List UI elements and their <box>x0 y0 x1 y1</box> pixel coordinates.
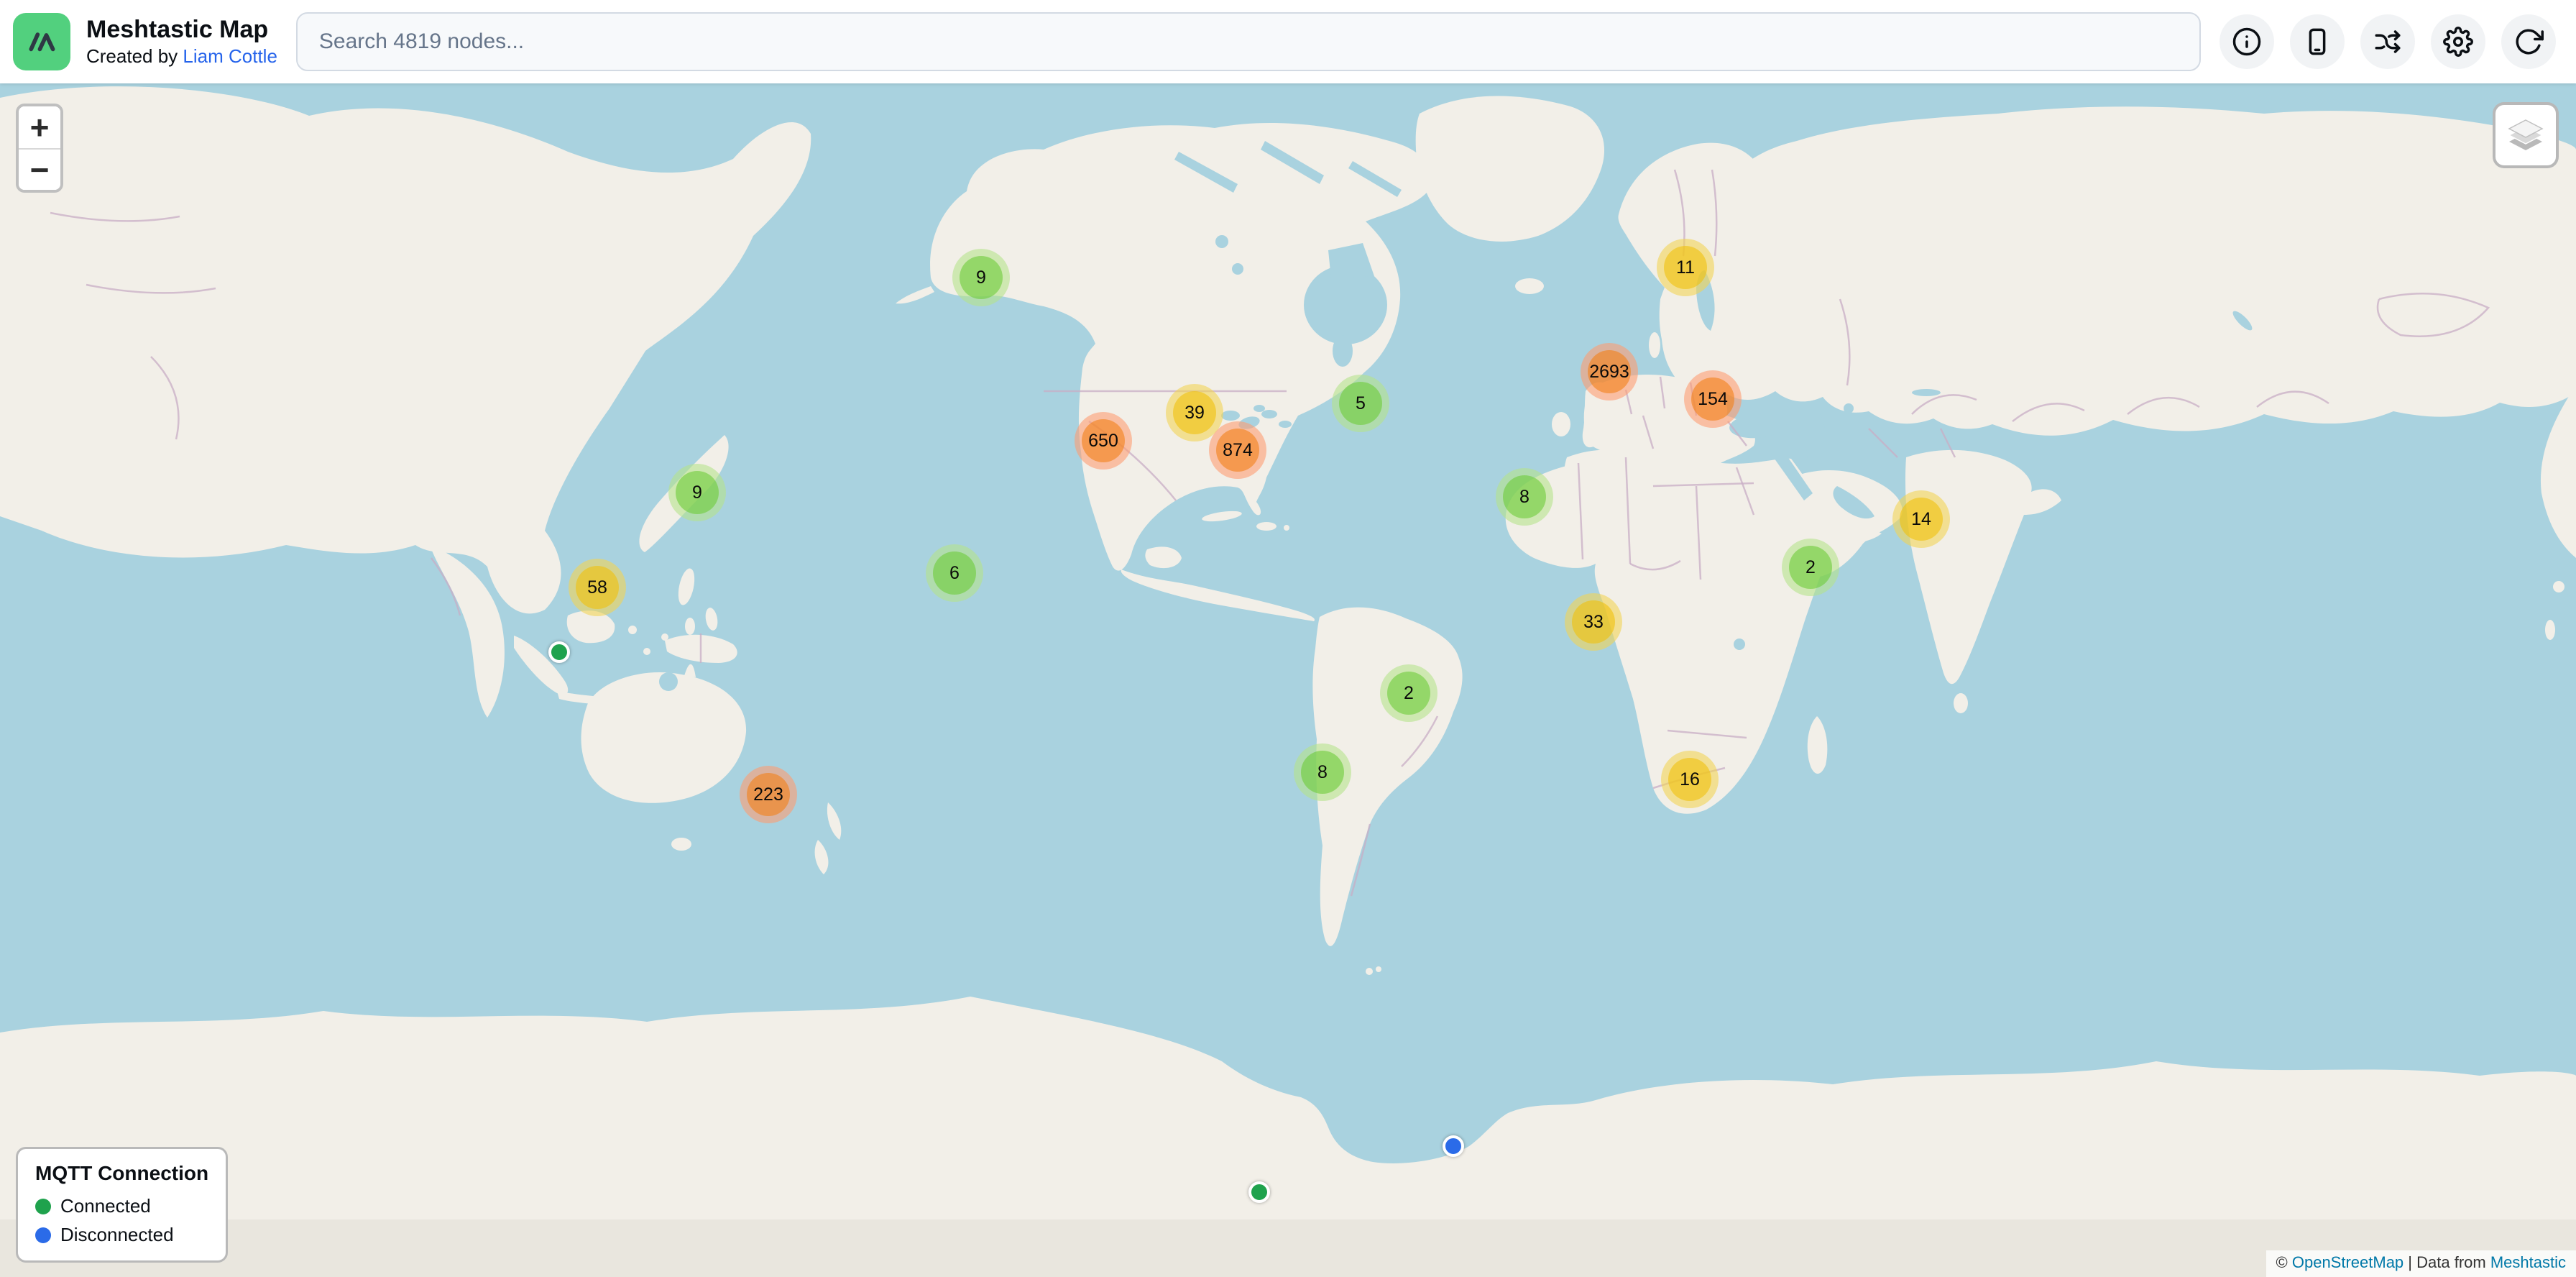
cluster-count: 11 <box>1664 246 1707 289</box>
attribution-text: | Data from <box>2408 1253 2485 1271</box>
refresh-button[interactable] <box>2501 14 2556 69</box>
osm-link[interactable]: OpenStreetMap <box>2292 1253 2404 1271</box>
node-cluster[interactable]: 9 <box>952 249 1010 306</box>
info-icon <box>2232 27 2262 57</box>
node-cluster[interactable]: 874 <box>1209 421 1266 479</box>
cluster-count: 2693 <box>1588 350 1631 393</box>
legend-title: MQTT Connection <box>35 1162 208 1185</box>
node-cluster[interactable]: 154 <box>1684 370 1742 428</box>
cluster-count: 8 <box>1503 475 1546 518</box>
cluster-count: 223 <box>747 773 790 816</box>
cluster-count: 9 <box>676 471 719 514</box>
author-link[interactable]: Liam Cottle <box>183 45 277 67</box>
smartphone-icon <box>2302 27 2332 57</box>
byline: Created by Liam Cottle <box>86 45 277 68</box>
brand-text: Meshtastic Map Created by Liam Cottle <box>86 15 277 68</box>
cluster-count: 8 <box>1301 751 1344 794</box>
node-cluster[interactable]: 58 <box>569 559 626 616</box>
info-button[interactable] <box>2220 14 2274 69</box>
node-cluster[interactable]: 33 <box>1565 593 1622 651</box>
zoom-in-button[interactable]: + <box>19 106 60 148</box>
node-cluster[interactable]: 8 <box>1496 468 1553 526</box>
node-cluster[interactable]: 9 <box>668 464 726 521</box>
node-cluster[interactable]: 2 <box>1782 539 1839 596</box>
meshtastic-logo-icon <box>13 13 70 70</box>
cluster-count: 650 <box>1082 419 1125 462</box>
byline-prefix: Created by <box>86 45 178 67</box>
mqtt-legend: MQTT Connection Connected Disconnected <box>16 1147 228 1263</box>
node-cluster[interactable]: 16 <box>1661 751 1719 808</box>
cluster-count: 6 <box>933 551 976 595</box>
shuffle-button[interactable] <box>2360 14 2415 69</box>
refresh-icon <box>2513 27 2544 57</box>
search-input[interactable] <box>296 12 2201 71</box>
cluster-count: 9 <box>960 256 1003 299</box>
node-cluster[interactable]: 2 <box>1380 664 1438 722</box>
map-canvas[interactable]: + − 9 11 2693 154 650 39874 5 9 8 14 2 58 6 33 2 223 8 16… <box>0 83 2576 1277</box>
node-marker-connected[interactable] <box>1248 1181 1270 1203</box>
cluster-count: 874 <box>1216 429 1259 472</box>
attribution: © OpenStreetMap | Data from Meshtastic <box>2266 1250 2576 1277</box>
node-cluster[interactable]: 8 <box>1294 743 1351 801</box>
cluster-count: 39 <box>1173 391 1216 434</box>
node-cluster[interactable]: 11 <box>1657 239 1714 296</box>
node-cluster[interactable]: 2693 <box>1581 343 1638 401</box>
world-map <box>0 83 2576 1277</box>
disconnected-dot-icon <box>35 1227 51 1243</box>
shuffle-icon <box>2373 27 2403 57</box>
cluster-count: 16 <box>1668 758 1711 801</box>
zoom-control: + − <box>16 104 63 193</box>
legend-item-connected: Connected <box>35 1195 208 1217</box>
cluster-count: 5 <box>1339 382 1382 425</box>
cluster-count: 33 <box>1572 600 1615 644</box>
node-cluster[interactable]: 650 <box>1075 412 1132 470</box>
cluster-count: 58 <box>576 566 619 609</box>
node-cluster[interactable]: 223 <box>740 766 797 823</box>
settings-button[interactable] <box>2431 14 2485 69</box>
legend-item-disconnected: Disconnected <box>35 1224 208 1246</box>
meshtastic-link[interactable]: Meshtastic <box>2490 1253 2566 1271</box>
meshtastic-map-app: Meshtastic Map Created by Liam Cottle <box>0 0 2576 1277</box>
node-marker-connected[interactable] <box>548 641 570 663</box>
layers-control[interactable] <box>2493 102 2559 168</box>
node-cluster[interactable]: 6 <box>926 544 983 602</box>
cluster-count: 2 <box>1789 546 1832 589</box>
connected-dot-icon <box>35 1199 51 1214</box>
device-button[interactable] <box>2290 14 2345 69</box>
cluster-count: 154 <box>1691 377 1734 421</box>
header-buttons <box>2220 14 2556 69</box>
page-title: Meshtastic Map <box>86 15 277 45</box>
legend-label: Disconnected <box>60 1224 174 1246</box>
zoom-out-button[interactable]: − <box>19 148 60 190</box>
node-cluster[interactable]: 14 <box>1892 490 1950 548</box>
cluster-count: 14 <box>1900 498 1943 541</box>
header: Meshtastic Map Created by Liam Cottle <box>0 0 2576 83</box>
node-cluster[interactable]: 5 <box>1332 375 1389 432</box>
layers-icon <box>2505 114 2547 156</box>
node-marker-disconnected[interactable] <box>1443 1135 1464 1157</box>
legend-label: Connected <box>60 1195 151 1217</box>
gear-icon <box>2443 27 2473 57</box>
copyright-symbol: © <box>2276 1253 2288 1271</box>
cluster-count: 2 <box>1387 672 1430 715</box>
brand: Meshtastic Map Created by Liam Cottle <box>13 13 277 70</box>
